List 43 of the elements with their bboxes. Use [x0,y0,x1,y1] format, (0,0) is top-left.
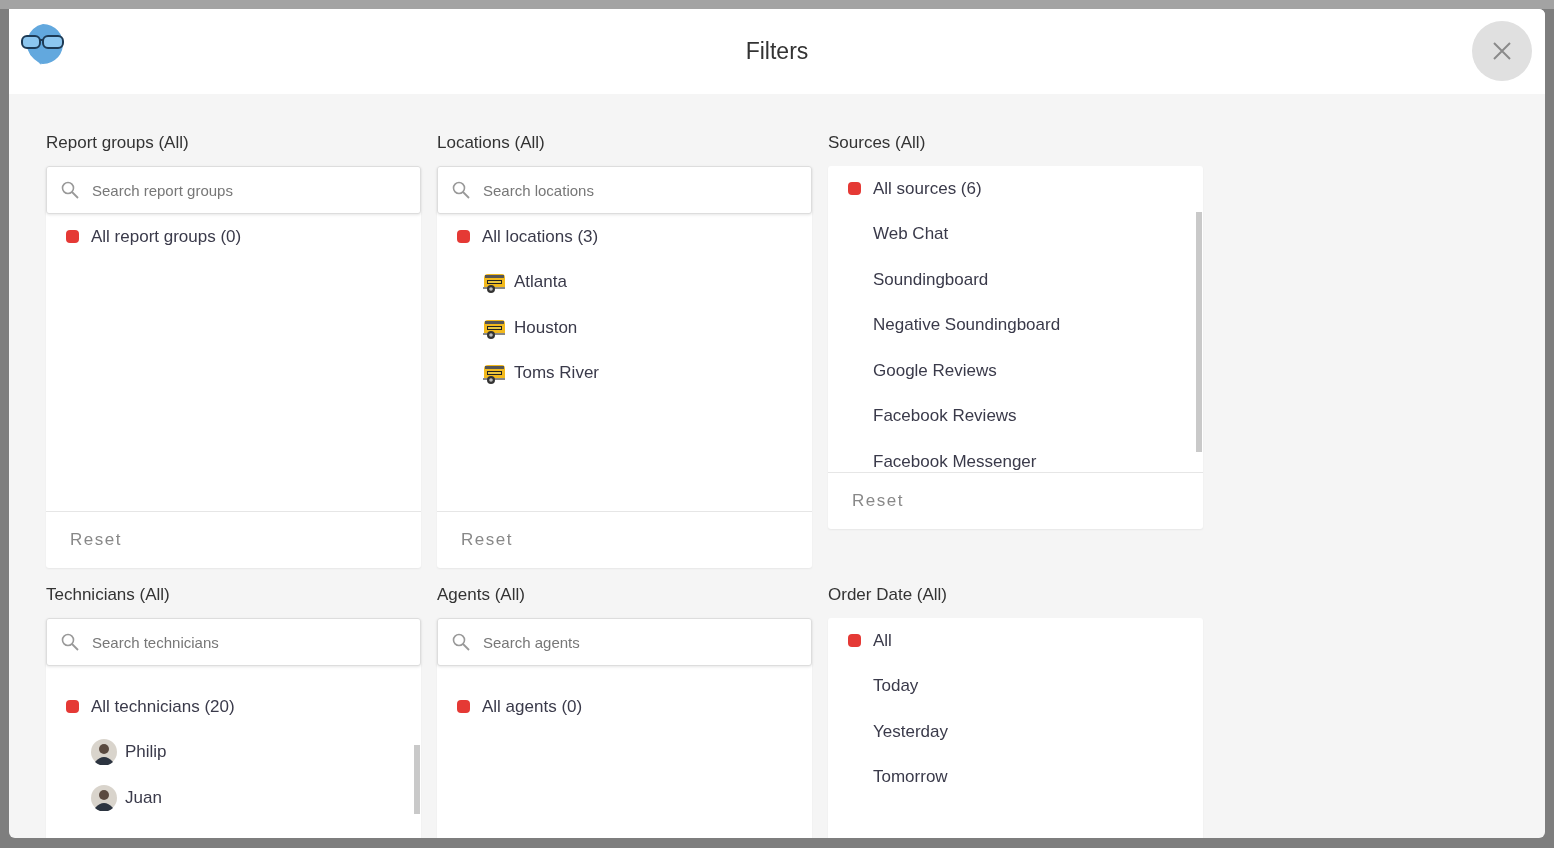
search-field[interactable]: Search technicians [46,618,421,666]
search-field[interactable]: Search locations [437,166,812,214]
filter-option[interactable]: Philip [46,729,421,775]
section-title: Locations (All) [437,132,545,154]
filter-option[interactable]: Atlanta [437,259,812,305]
filter-option[interactable]: Facebook Reviews [828,393,1203,439]
section-title: Order Date (All) [828,584,948,606]
search-icon [61,633,79,651]
filter-option[interactable]: All sources (6) [828,166,1203,212]
filter-option[interactable]: Toms River [437,350,812,396]
search-field[interactable]: Search report groups [46,166,421,214]
avatar-icon [91,739,117,766]
close-icon [1493,42,1511,60]
search-icon [61,181,79,199]
filter-option[interactable]: All report groups (0) [46,214,421,260]
filter-option[interactable]: Yesterday [828,709,1203,755]
filter-option[interactable]: All technicians (20) [46,684,421,730]
search-icon [452,633,470,651]
logo-icon [20,21,66,67]
filter-option[interactable]: Juan [46,775,421,821]
section-title: Technicians (All) [46,584,170,606]
filter-option[interactable]: Facebook Messenger [828,439,1203,472]
search-field[interactable]: Search agents [437,618,812,666]
filter-option[interactable]: All locations (3) [437,214,812,260]
section-title: Report groups (All) [46,132,189,154]
close-button[interactable] [1472,21,1532,81]
filter-option[interactable]: All agents (0) [437,684,812,730]
filter-option[interactable]: Negative Soundingboard [828,302,1203,348]
filter-option[interactable]: Soundingboard [828,257,1203,303]
filter-option[interactable]: Houston [437,305,812,351]
avatar-icon [91,784,117,811]
reset-button[interactable]: Reset [46,512,421,568]
filter-option[interactable]: Google Reviews [828,348,1203,394]
reset-button[interactable]: Reset [437,512,812,568]
dialog-title: Filters [745,38,809,65]
search-icon [452,181,470,199]
filter-option[interactable]: Tomorrow [828,754,1203,800]
section-title: Agents (All) [437,584,525,606]
section-title: Sources (All) [828,132,926,154]
filter-option[interactable]: Web Chat [828,211,1203,257]
filter-option[interactable]: Today [828,663,1203,709]
reset-button[interactable]: Reset [828,473,1203,529]
filter-option[interactable]: All [828,618,1203,664]
